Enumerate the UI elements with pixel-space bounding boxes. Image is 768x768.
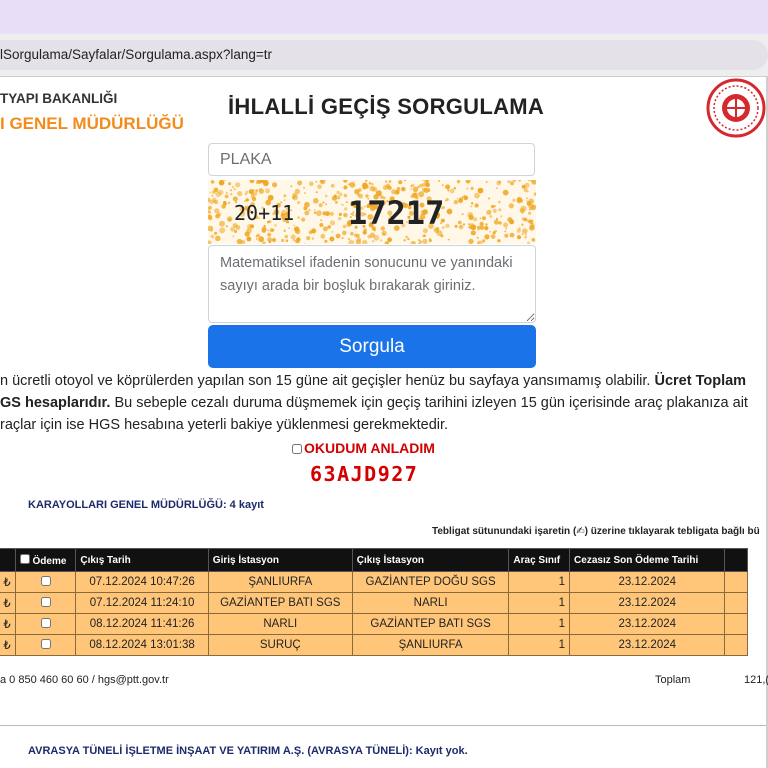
table-row: 0 ₺ 07.12.2024 10:47:26 ŞANLIURFA GAZİAN… [0,571,748,593]
section-title-avrasya: AVRASYA TÜNELİ İŞLETME İNŞAAT VE YATIRIM… [28,745,468,757]
info-line-1-text: n ücretli otoyol ve köprülerden yapılan … [0,373,655,389]
divider [0,76,768,77]
plate-input[interactable] [208,143,535,176]
url-text: lSorgulama/Sayfalar/Sorgulama.aspx?lang=… [0,47,273,62]
due-date-cell: 23.12.2024 [569,592,726,614]
payment-checkbox[interactable] [40,575,51,586]
extra-cell [724,592,748,614]
exit-date-cell: 08.12.2024 13:01:38 [75,634,209,656]
info-line-3: raçlar için ise HGS hesabına yeterli bak… [0,417,449,433]
table-row: 0 ₺ 08.12.2024 13:01:38 SURUÇ ŞANLIURFA … [0,634,748,656]
col-payment: Ödeme [14,548,77,572]
col-exit-station: Çıkış İstasyon [351,548,510,572]
payment-checkbox[interactable] [40,596,51,607]
vehicle-class-cell: 1 [508,634,571,656]
browser-toolbar: lSorgulama/Sayfalar/Sorgulama.aspx?lang=… [0,34,768,76]
captcha-answer-field[interactable] [208,245,536,323]
query-button[interactable]: Sorgula [208,325,536,368]
address-bar[interactable]: lSorgulama/Sayfalar/Sorgulama.aspx?lang=… [0,40,768,70]
ministry-seal-logo [706,78,766,138]
section-title-kgm: KARAYOLLARI GENEL MÜDÜRLÜĞÜ: 4 kayıt [28,499,264,511]
payment-cell [14,613,77,635]
col-due-date: Cezasız Son Ödeme Tarihi [569,548,726,572]
payment-checkbox[interactable] [40,638,51,649]
col-entry-station: Giriş İstasyon [207,548,353,572]
ministry-name: TYAPI BAKANLIĞI [0,91,118,106]
exit-station-cell: NARLI [351,592,510,614]
payment-cell [14,571,77,593]
payment-cell [14,634,77,656]
payment-checkbox[interactable] [40,617,51,628]
section-divider [0,725,766,726]
acknowledge-checkbox[interactable] [292,444,302,454]
amount-cell: 0 ₺ [0,571,16,593]
info-line-2-text: Bu sebeple cezalı duruma düşmemek için g… [110,395,748,411]
extra-cell [724,634,748,656]
col-extra [724,548,748,572]
info-line-2: GS hesaplarıdır. Bu sebeple cezalı durum… [0,392,768,414]
page-title: İHLALLİ GEÇİŞ SORGULAMA [228,94,545,119]
vehicle-class-cell: 1 [508,592,571,614]
amount-cell: 0 ₺ [0,592,16,614]
browser-tab-strip [0,0,768,34]
due-date-cell: 23.12.2024 [569,634,726,656]
amount-cell: 0 ₺ [0,634,16,656]
due-date-cell: 23.12.2024 [569,613,726,635]
acknowledge-label[interactable]: OKUDUM ANLADIM [292,440,435,456]
entry-station-cell: ŞANLIURFA [207,571,353,593]
exit-date-cell: 08.12.2024 11:41:26 [75,613,209,635]
col-vehicle-class: Araç Sınıf [508,548,571,572]
acknowledge-text: OKUDUM ANLADIM [304,440,435,456]
results-table: tar Ödeme Çıkış Tarih Giriş İstasyon Çık… [0,548,748,656]
table-row: 0 ₺ 07.12.2024 11:24:10 GAZİANTEP BATI S… [0,592,748,614]
entry-station-cell: SURUÇ [207,634,353,656]
table-header-row: tar Ödeme Çıkış Tarih Giriş İstasyon Çık… [0,548,748,572]
col-amount: tar [0,548,16,572]
entry-station-cell: NARLI [207,613,353,635]
total-value: 121,( [744,674,768,686]
vehicle-class-cell: 1 [508,571,571,593]
captcha-image: 20+11 17217 [208,180,536,244]
extra-cell [724,613,748,635]
amount-cell: 0 ₺ [0,613,16,635]
total-label: Toplam [655,674,691,686]
exit-date-cell: 07.12.2024 11:24:10 [75,592,209,614]
exit-station-cell: ŞANLIURFA [351,634,510,656]
exit-date-cell: 07.12.2024 10:47:26 [75,571,209,593]
table-row: 0 ₺ 08.12.2024 11:41:26 NARLI GAZİANTEP … [0,613,748,635]
captcha-expression: 20+11 [234,201,294,225]
info-line-2-bold: GS hesaplarıdır. [0,395,111,411]
contact-info: a 0 850 460 60 60 / hgs@ptt.gov.tr [0,674,169,686]
directorate-name: I GENEL MÜDÜRLÜĞÜ [0,114,184,133]
vehicle-class-cell: 1 [508,613,571,635]
info-text: n ücretli otoyol ve köprülerden yapılan … [0,370,768,436]
entry-station-cell: GAZİANTEP BATI SGS [207,592,353,614]
due-date-cell: 23.12.2024 [569,571,726,593]
captcha-number: 17217 [348,194,444,232]
info-line-1: n ücretli otoyol ve köprülerden yapılan … [0,370,768,392]
tebligat-notice: Tebligat sütunundaki işaretin (✍) üzerin… [432,526,760,537]
plate-number: 63AJD927 [310,462,419,486]
select-all-checkbox[interactable] [19,553,30,564]
extra-cell [724,571,748,593]
exit-station-cell: GAZİANTEP BATI SGS [351,613,510,635]
info-line-1-bold: Ücret Toplam [654,373,747,389]
col-exit-date: Çıkış Tarih [75,548,209,572]
exit-station-cell: GAZİANTEP DOĞU SGS [351,571,510,593]
payment-cell [14,592,77,614]
col-payment-label: Ödeme [32,555,67,567]
